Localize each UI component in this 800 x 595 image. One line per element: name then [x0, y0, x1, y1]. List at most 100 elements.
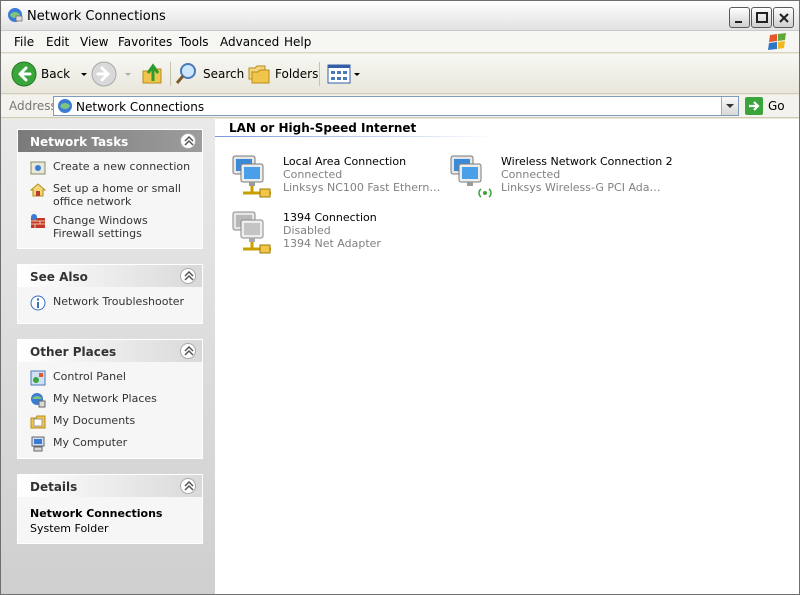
chevron-down-icon[interactable]: [123, 69, 133, 79]
address-bar: Address Network Connections Go: [1, 95, 799, 118]
place-label: My Network Places: [53, 392, 157, 405]
forward-arrow-icon: [91, 61, 117, 87]
task-create-connection[interactable]: Create a new connection: [30, 160, 192, 176]
network-tasks-panel: Network Tasks Create a new connection Se…: [17, 129, 203, 249]
details-type: System Folder: [30, 522, 109, 535]
task-label: Network Troubleshooter: [53, 295, 185, 308]
toolbar: Back Search Folders: [1, 54, 799, 94]
menu-help[interactable]: Help: [284, 35, 311, 49]
close-button[interactable]: [773, 7, 794, 28]
place-network-places[interactable]: My Network Places: [30, 392, 192, 408]
network-connections-icon: [58, 99, 72, 113]
1394-connection-icon: [232, 211, 271, 254]
connection-name: Wireless Network Connection 2: [501, 155, 673, 168]
place-label: My Computer: [53, 436, 128, 449]
menu-tools[interactable]: Tools: [179, 35, 209, 49]
chevron-up-double-icon: [184, 136, 194, 146]
folders-button[interactable]: Folders: [247, 60, 318, 88]
details-name: Network Connections: [30, 507, 163, 520]
place-label: My Documents: [53, 414, 136, 427]
network-tasks-header[interactable]: Network Tasks: [18, 130, 202, 152]
chevron-up-double-icon: [184, 481, 194, 491]
other-places-panel: Other Places Control Panel My Network Pl…: [17, 339, 203, 459]
menu-advanced[interactable]: Advanced: [220, 35, 279, 49]
control-panel-icon: [30, 370, 46, 386]
connection-name: 1394 Connection: [283, 211, 377, 224]
chevron-up-double-icon: [184, 346, 194, 356]
connection-status: Connected: [501, 168, 561, 181]
address-dropdown-button[interactable]: [721, 97, 738, 115]
collapse-button[interactable]: [180, 478, 196, 494]
minimize-button[interactable]: [729, 7, 750, 28]
menu-edit[interactable]: Edit: [46, 35, 69, 49]
chevron-down-icon[interactable]: [79, 69, 89, 79]
content-area: LAN or High-Speed Internet Local Area Co…: [215, 119, 799, 594]
go-arrow-icon: [745, 97, 763, 115]
connection-wireless-2[interactable]: Wireless Network Connection 2 Connected …: [447, 153, 673, 205]
search-icon: [175, 63, 196, 84]
address-label: Address: [9, 99, 57, 113]
panel-title: Network Tasks: [30, 135, 129, 149]
task-label: Create a new connection: [53, 160, 191, 173]
network-connections-icon: [8, 8, 23, 22]
forward-button[interactable]: [91, 60, 133, 88]
back-button[interactable]: Back: [11, 60, 89, 88]
collapse-button[interactable]: [180, 133, 196, 149]
menu-bar: File Edit View Favorites Tools Advanced …: [1, 31, 799, 53]
connection-1394[interactable]: 1394 Connection Disabled 1394 Net Adapte…: [229, 209, 444, 261]
panel-title: Details: [30, 480, 78, 494]
go-label: Go: [768, 99, 785, 113]
group-title: LAN or High-Speed Internet: [229, 121, 417, 135]
search-label: Search: [203, 67, 245, 81]
place-control-panel[interactable]: Control Panel: [30, 370, 192, 386]
group-divider: [215, 136, 497, 137]
chevron-down-icon[interactable]: [353, 69, 361, 79]
windows-logo-icon: [768, 33, 786, 50]
connection-device: Linksys NC100 Fast Ethernet ...: [283, 181, 443, 194]
explorer-window: Network Connections File Edit View Favor…: [0, 0, 800, 595]
place-my-computer[interactable]: My Computer: [30, 436, 192, 452]
place-label: Control Panel: [53, 370, 126, 383]
up-folder-icon: [142, 63, 162, 84]
task-label: Change Windows Firewall settings: [53, 214, 148, 240]
computer-icon: [31, 436, 45, 452]
minimize-icon: [735, 21, 742, 23]
menu-view[interactable]: View: [80, 35, 108, 49]
connection-status: Connected: [283, 168, 343, 181]
panel-title: See Also: [30, 270, 88, 284]
views-icon: [327, 64, 351, 84]
panel-title: Other Places: [30, 345, 117, 359]
chevron-down-icon: [726, 104, 734, 108]
collapse-button[interactable]: [180, 268, 196, 284]
details-header[interactable]: Details: [18, 475, 202, 497]
task-label: Set up a home or small office network: [53, 182, 181, 208]
back-label: Back: [41, 67, 71, 81]
collapse-button[interactable]: [180, 343, 196, 359]
info-icon: [30, 295, 46, 311]
maximize-button[interactable]: [751, 7, 772, 28]
task-firewall[interactable]: Change Windows Firewall settings: [30, 214, 192, 240]
search-button[interactable]: Search: [175, 60, 244, 88]
title-bar[interactable]: Network Connections: [1, 1, 799, 31]
see-also-panel: See Also Network Troubleshooter: [17, 264, 203, 324]
task-troubleshooter[interactable]: Network Troubleshooter: [30, 295, 192, 311]
menu-file[interactable]: File: [14, 35, 34, 49]
network-places-icon: [31, 393, 46, 408]
place-my-documents[interactable]: My Documents: [30, 414, 192, 430]
other-places-header[interactable]: Other Places: [18, 340, 202, 362]
views-button[interactable]: [327, 60, 361, 88]
task-pane: Network Tasks Create a new connection Se…: [1, 119, 215, 594]
close-icon: [779, 13, 789, 23]
see-also-header[interactable]: See Also: [18, 265, 202, 287]
address-input[interactable]: Network Connections: [53, 96, 739, 116]
task-home-network[interactable]: Set up a home or small office network: [30, 182, 192, 208]
connection-status: Disabled: [283, 224, 331, 237]
maximize-icon: [756, 12, 768, 23]
menu-favorites[interactable]: Favorites: [118, 35, 172, 49]
connection-device: Linksys Wireless-G PCI Adapte...: [501, 181, 661, 194]
up-folder-button[interactable]: [141, 60, 165, 88]
chevron-up-double-icon: [184, 271, 194, 281]
connection-local-area[interactable]: Local Area Connection Connected Linksys …: [229, 153, 444, 205]
details-panel: Details Network Connections System Folde…: [17, 474, 203, 544]
go-button[interactable]: Go: [745, 97, 785, 115]
